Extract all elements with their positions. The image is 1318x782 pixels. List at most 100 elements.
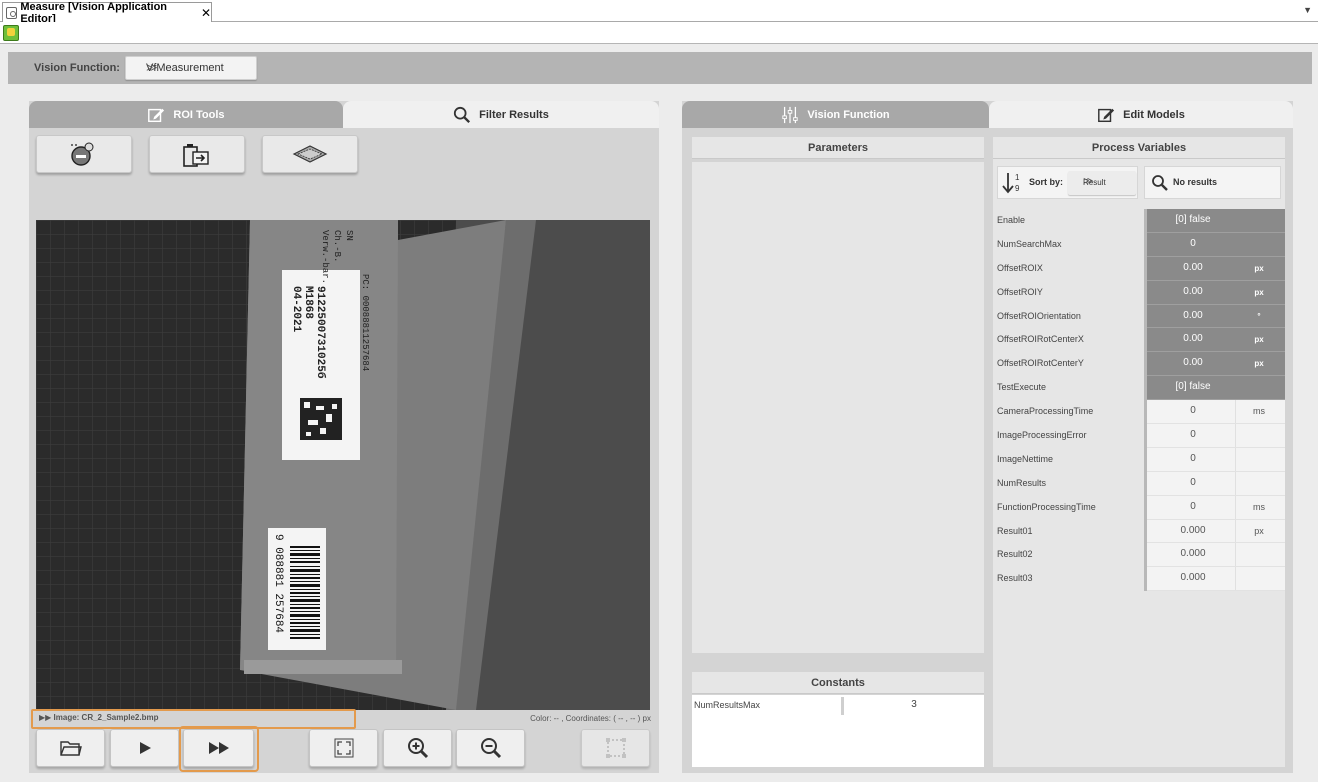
refresh-icon[interactable]: [3, 25, 19, 41]
table-row[interactable]: Result01 0.000 px: [997, 519, 1285, 544]
variable-value-cell[interactable]: 0.00 px: [1147, 256, 1285, 281]
table-row[interactable]: ImageNettime 0: [997, 447, 1285, 472]
variable-value-cell[interactable]: 0.00 px: [1147, 328, 1285, 353]
vision-function-select[interactable]: VfMeasurement ≫: [125, 56, 257, 80]
variable-value-cell[interactable]: 0.00 px: [1147, 280, 1285, 305]
constants-title: Constants: [811, 676, 865, 689]
vision-function-label: Vision Function:: [34, 62, 120, 74]
variable-value-cell[interactable]: [0] false: [1147, 376, 1285, 401]
open-image-button[interactable]: [36, 729, 105, 767]
fit-to-window-button[interactable]: [309, 729, 378, 767]
table-row[interactable]: ImageProcessingError 0: [997, 424, 1285, 448]
variable-name: ImageNettime: [997, 453, 1054, 464]
variable-value: 0: [1190, 452, 1196, 464]
parameters-list[interactable]: [692, 162, 984, 653]
table-row[interactable]: NumSearchMax 0: [997, 232, 1285, 257]
tab-roi-tools-label: ROI Tools: [173, 108, 225, 121]
variable-name: NumResults: [997, 477, 1047, 488]
editor-tab[interactable]: Measure [Vision Application Editor] ✕: [2, 1, 212, 25]
variable-value-cell[interactable]: 0.000 px: [1147, 519, 1285, 544]
roi-subtract-button[interactable]: [36, 135, 132, 173]
variable-unit: ms: [1253, 406, 1265, 417]
variable-value-cell[interactable]: 0 ms: [1147, 495, 1285, 520]
variable-value: 0: [1190, 500, 1196, 512]
tab-roi-tools[interactable]: ROI Tools: [29, 101, 343, 128]
variable-value-cell[interactable]: 0: [1147, 424, 1285, 448]
variable-value: 0.000: [1180, 548, 1206, 560]
variable-value: 0.00: [1183, 333, 1203, 345]
variable-unit: ms: [1253, 501, 1265, 512]
variable-value-cell[interactable]: 0 ms: [1147, 400, 1285, 425]
sliders-icon: [782, 106, 798, 123]
constant-value[interactable]: 3: [844, 699, 984, 710]
variable-name: OffsetROIY: [997, 286, 1043, 297]
tab-edit-models[interactable]: Edit Models: [989, 101, 1293, 128]
box-text-sn: SN: [344, 230, 354, 241]
zoom-in-icon: [407, 738, 428, 759]
roi-selection-button[interactable]: [581, 729, 650, 767]
constant-row: NumResultsMax 3: [692, 695, 984, 715]
svg-text:1: 1: [1015, 173, 1020, 182]
variable-value-cell[interactable]: 0: [1147, 471, 1285, 496]
table-row[interactable]: FunctionProcessingTime 0 ms: [997, 495, 1285, 520]
variable-value-cell[interactable]: 0.00 °: [1147, 304, 1285, 329]
image-name-text: ▶▶ Image: CR_2_Sample2.bmp: [39, 713, 159, 722]
roi-delete-button[interactable]: [149, 135, 245, 173]
sort-label: Sort by:: [1029, 177, 1064, 187]
unit-divider: [1235, 471, 1236, 495]
editor-tab-strip: Measure [Vision Application Editor] ✕ ▼: [0, 0, 1318, 25]
label-text-line2: M1868: [302, 286, 314, 319]
variable-value: 0: [1190, 237, 1196, 249]
sort-box: 1 9 Sort by: Result ≫: [997, 166, 1138, 199]
sort-select[interactable]: Result ≫: [1068, 171, 1136, 195]
zoom-out-button[interactable]: [456, 729, 525, 767]
table-row[interactable]: NumResults 0: [997, 471, 1285, 496]
roi-panel: ROI Tools Filter Results SN Ch.-B. Verw.…: [29, 101, 659, 773]
variable-value-cell[interactable]: [0] false: [1147, 209, 1285, 233]
search-icon: [454, 106, 471, 123]
variable-value: 0.000: [1180, 572, 1206, 584]
table-row[interactable]: OffsetROIRotCenterX 0.00 px: [997, 328, 1285, 353]
table-row[interactable]: OffsetROIRotCenterY 0.00 px: [997, 352, 1285, 377]
roi-layers-button[interactable]: [262, 135, 358, 173]
variable-value-cell[interactable]: 0.00 px: [1147, 352, 1285, 377]
process-variables-table: Enable [0] false NumSearchMax 0 OffsetROIX 0.…: [997, 209, 1285, 592]
single-shot-button[interactable]: [110, 729, 179, 767]
variable-name: Result01: [997, 525, 1033, 536]
process-variables-title: Process Variables: [1091, 141, 1187, 154]
filter-search-box[interactable]: No results: [1144, 166, 1281, 199]
vision-editor-icon: [6, 6, 18, 19]
vision-function-bar: Vision Function: VfMeasurement ≫: [8, 52, 1312, 84]
table-row[interactable]: Enable [0] false: [997, 209, 1285, 233]
constants-header: Constants: [692, 672, 984, 694]
table-row[interactable]: CameraProcessingTime 0 ms: [997, 400, 1285, 425]
variable-value-cell[interactable]: 0: [1147, 447, 1285, 472]
table-row[interactable]: OffsetROIX 0.00 px: [997, 256, 1285, 281]
close-tab-icon[interactable]: ✕: [201, 6, 211, 20]
variable-unit: px: [1254, 335, 1264, 345]
zoom-in-button[interactable]: [383, 729, 452, 767]
table-row[interactable]: OffsetROIY 0.00 px: [997, 280, 1285, 305]
table-row[interactable]: OffsetROIOrientation 0.00 °: [997, 304, 1285, 329]
variable-value-cell[interactable]: 0.000: [1147, 567, 1285, 592]
variable-value-cell[interactable]: 0: [1147, 232, 1285, 257]
editor-toolbar: [0, 22, 1318, 44]
parameters-title: Parameters: [808, 141, 868, 154]
table-row[interactable]: Result03 0.000: [997, 567, 1285, 592]
tab-list-dropdown-icon[interactable]: ▼: [1303, 5, 1312, 15]
box-text-pc: PC: 00088811257684: [360, 274, 370, 371]
search-result-text: No results: [1173, 177, 1218, 187]
tab-vision-function-label: Vision Function: [807, 108, 890, 121]
variable-name: ImageProcessingError: [997, 430, 1087, 441]
image-status-strip: ▶▶ Image: CR_2_Sample2.bmp Color: -- , C…: [29, 709, 659, 729]
pixel-info-text: Color: -- , Coordinates: ( -- , -- ) px: [530, 714, 651, 723]
table-row[interactable]: TestExecute [0] false: [997, 376, 1285, 401]
constants-list: NumResultsMax 3: [692, 695, 984, 767]
tab-filter-results[interactable]: Filter Results: [343, 101, 659, 128]
image-viewer[interactable]: SN Ch.-B. Verw.-bar. PC: 00088811257684 …: [36, 220, 650, 710]
variable-value: 0.000: [1180, 524, 1206, 536]
tab-vision-function[interactable]: Vision Function: [682, 101, 989, 128]
table-row[interactable]: Result02 0.000: [997, 543, 1285, 568]
variable-value-cell[interactable]: 0.000: [1147, 543, 1285, 568]
variable-name: NumSearchMax: [997, 238, 1062, 249]
